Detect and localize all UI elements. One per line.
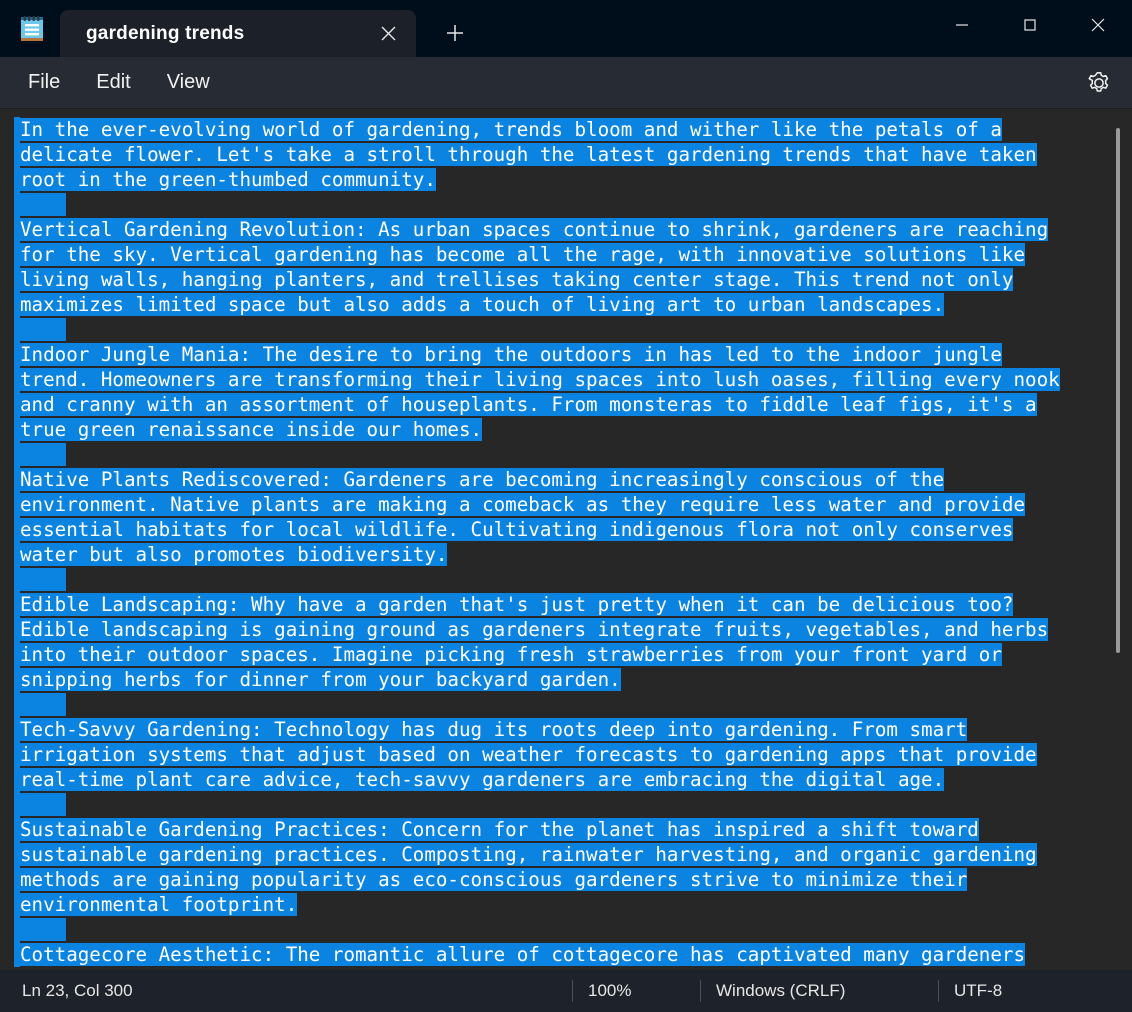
minimize-button[interactable] <box>928 0 996 50</box>
window-controls <box>928 0 1132 50</box>
editor-line-text: sustainable gardening practices. Compost… <box>20 843 1037 866</box>
editor-line[interactable] <box>0 692 1132 717</box>
editor-line-text: essential habitats for local wildlife. C… <box>20 518 1014 541</box>
status-zoom[interactable]: 100% <box>588 970 631 1012</box>
menu-bar: File Edit View <box>0 57 1132 109</box>
editor-line[interactable]: real-time plant care advice, tech-savvy … <box>0 767 1132 792</box>
editor-line[interactable]: Sustainable Gardening Practices: Concern… <box>0 817 1132 842</box>
notepad-icon <box>14 11 50 47</box>
editor-line-text: Edible Landscaping: Why have a garden th… <box>20 593 1014 616</box>
editor-line[interactable]: and cranny with an assortment of housepl… <box>0 392 1132 417</box>
maximize-button[interactable] <box>996 0 1064 50</box>
editor-line[interactable]: irrigation systems that adjust based on … <box>0 742 1132 767</box>
status-line-ending[interactable]: Windows (CRLF) <box>716 970 845 1012</box>
editor-line[interactable] <box>0 917 1132 942</box>
editor-line-text: Cottagecore Aesthetic: The romantic allu… <box>20 943 1026 966</box>
editor-line-text: root in the green-thumbed community. <box>20 168 436 191</box>
editor-line[interactable]: Indoor Jungle Mania: The desire to bring… <box>0 342 1132 367</box>
editor-line[interactable]: environment. Native plants are making a … <box>0 492 1132 517</box>
status-divider-1 <box>572 980 573 1002</box>
editor-line[interactable] <box>0 192 1132 217</box>
scrollbar-thumb[interactable] <box>1116 128 1120 653</box>
editor-line[interactable]: Cottagecore Aesthetic: The romantic allu… <box>0 942 1132 967</box>
gear-icon[interactable] <box>1080 64 1118 102</box>
editor-line-text: Native Plants Rediscovered: Gardeners ar… <box>20 468 945 491</box>
editor-line[interactable]: Vertical Gardening Revolution: As urban … <box>0 217 1132 242</box>
editor-line[interactable]: delicate flower. Let's take a stroll thr… <box>0 142 1132 167</box>
editor-line[interactable]: In the ever-evolving world of gardening,… <box>0 117 1132 142</box>
editor-line[interactable]: Edible Landscaping: Why have a garden th… <box>0 592 1132 617</box>
editor-line-text: trend. Homeowners are transforming their… <box>20 368 1060 391</box>
editor-line[interactable]: into their outdoor spaces. Imagine picki… <box>0 642 1132 667</box>
editor-line-text: delicate flower. Let's take a stroll thr… <box>20 143 1037 166</box>
status-divider-3 <box>938 980 939 1002</box>
status-bar: Ln 23, Col 300 100% Windows (CRLF) UTF-8 <box>0 970 1132 1012</box>
editor-line[interactable] <box>0 567 1132 592</box>
status-encoding[interactable]: UTF-8 <box>954 970 1002 1012</box>
editor-line-text: environmental footprint. <box>20 893 298 916</box>
tab-gardening-trends[interactable]: gardening trends <box>60 10 416 57</box>
editor-line[interactable]: root in the green-thumbed community. <box>0 167 1132 192</box>
menu-item-edit[interactable]: Edit <box>82 65 144 100</box>
editor-line[interactable]: true green renaissance inside our homes. <box>0 417 1132 442</box>
editor-line-text <box>20 193 67 216</box>
editor-line-text: water but also promotes biodiversity. <box>20 543 448 566</box>
editor-line-text: environment. Native plants are making a … <box>20 493 1026 516</box>
editor-line[interactable]: Native Plants Rediscovered: Gardeners ar… <box>0 467 1132 492</box>
editor-line-text <box>20 443 67 466</box>
editor-line-text: snipping herbs for dinner from your back… <box>20 668 621 691</box>
editor-line-text: methods are gaining popularity as eco-co… <box>20 868 968 891</box>
editor-line-text: In the ever-evolving world of gardening,… <box>20 118 1002 141</box>
editor-line-text: into their outdoor spaces. Imagine picki… <box>20 643 1002 666</box>
title-bar: gardening trends <box>0 0 1132 57</box>
editor-line[interactable] <box>0 317 1132 342</box>
editor-line-text <box>20 318 67 341</box>
document-text[interactable]: In the ever-evolving world of gardening,… <box>0 109 1132 970</box>
editor-line[interactable]: living walls, hanging planters, and trel… <box>0 267 1132 292</box>
close-icon[interactable] <box>368 14 408 54</box>
status-cursor-position[interactable]: Ln 23, Col 300 <box>0 970 133 1012</box>
editor-line-text: Tech-Savvy Gardening: Technology has dug… <box>20 718 968 741</box>
editor-line[interactable]: water but also promotes biodiversity. <box>0 542 1132 567</box>
editor-line[interactable]: trend. Homeowners are transforming their… <box>0 367 1132 392</box>
status-divider-2 <box>700 980 701 1002</box>
editor-line-text: maximizes limited space but also adds a … <box>20 293 945 316</box>
editor-line[interactable]: sustainable gardening practices. Compost… <box>0 842 1132 867</box>
editor-line-text: Edible landscaping is gaining ground as … <box>20 618 1049 641</box>
editor-line-text: irrigation systems that adjust based on … <box>20 743 1037 766</box>
vertical-scrollbar[interactable] <box>1115 125 1121 960</box>
editor-line[interactable]: Tech-Savvy Gardening: Technology has dug… <box>0 717 1132 742</box>
editor-line-text <box>20 568 67 591</box>
menu-item-view[interactable]: View <box>153 65 224 100</box>
editor-line[interactable]: essential habitats for local wildlife. C… <box>0 517 1132 542</box>
new-tab-button[interactable] <box>434 12 476 54</box>
editor-line[interactable] <box>0 792 1132 817</box>
editor-line-text <box>20 918 67 941</box>
editor-line-text: for the sky. Vertical gardening has beco… <box>20 243 1026 266</box>
editor-line[interactable]: environmental footprint. <box>0 892 1132 917</box>
editor-line-text: Indoor Jungle Mania: The desire to bring… <box>20 343 1002 366</box>
editor-line[interactable]: methods are gaining popularity as eco-co… <box>0 867 1132 892</box>
editor-line-text: real-time plant care advice, tech-savvy … <box>20 768 945 791</box>
editor-line-text: and cranny with an assortment of housepl… <box>20 393 1037 416</box>
menu-item-file[interactable]: File <box>14 65 74 100</box>
editor-line-text: Vertical Gardening Revolution: As urban … <box>20 218 1049 241</box>
editor-line-text: living walls, hanging planters, and trel… <box>20 268 1014 291</box>
text-editor-area[interactable]: In the ever-evolving world of gardening,… <box>0 109 1132 970</box>
editor-line-text <box>20 793 67 816</box>
editor-line[interactable]: snipping herbs for dinner from your back… <box>0 667 1132 692</box>
editor-line[interactable]: for the sky. Vertical gardening has beco… <box>0 242 1132 267</box>
editor-line-text <box>20 693 67 716</box>
editor-line[interactable] <box>0 442 1132 467</box>
close-window-button[interactable] <box>1064 0 1132 50</box>
editor-line[interactable]: Edible landscaping is gaining ground as … <box>0 617 1132 642</box>
editor-line[interactable]: maximizes limited space but also adds a … <box>0 292 1132 317</box>
tab-title: gardening trends <box>86 22 245 44</box>
editor-line-text: Sustainable Gardening Practices: Concern… <box>20 818 979 841</box>
editor-line-text: true green renaissance inside our homes. <box>20 418 483 441</box>
notepad-window: gardening trends File Edit View In the e… <box>0 0 1132 1012</box>
